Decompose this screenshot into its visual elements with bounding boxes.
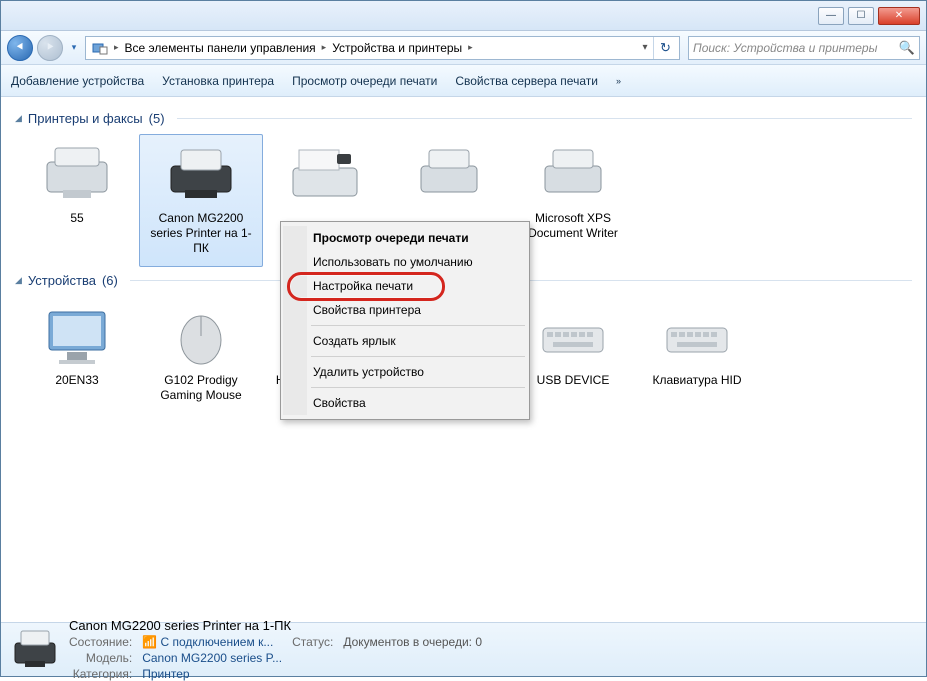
collapse-icon: ◢ [15, 113, 22, 124]
breadcrumb-devices-printers[interactable]: Устройства и принтеры [328, 41, 466, 55]
printer-icon [161, 141, 241, 207]
forward-icon: ⯈ [45, 40, 55, 55]
item-label: 55 [20, 211, 134, 226]
item-label: Microsoft XPS Document Writer [516, 211, 630, 241]
context-menu: Просмотр очереди печати Использовать по … [280, 221, 530, 420]
menu-separator [311, 387, 525, 388]
menu-printer-properties[interactable]: Свойства принтера [283, 298, 527, 322]
breadcrumb-arrow-icon[interactable]: ▸ [320, 42, 329, 53]
menu-printing-preferences[interactable]: Настройка печати [283, 274, 527, 298]
search-placeholder: Поиск: Устройства и принтеры [693, 41, 877, 55]
breadcrumb-arrow-icon[interactable]: ▸ [466, 42, 475, 53]
titlebar: — ☐ ✕ [1, 1, 926, 31]
print-server-properties-button[interactable]: Свойства сервера печати [455, 74, 598, 88]
menu-separator [311, 325, 525, 326]
printer-icon [533, 141, 613, 207]
back-icon: ⯇ [15, 40, 25, 55]
breadcrumb: ▸ Все элементы панели управления ▸ Устро… [112, 41, 475, 55]
breadcrumb-arrow-icon[interactable]: ▸ [112, 42, 121, 53]
item-label: Canon MG2200 series Printer на 1-ПК [144, 211, 258, 256]
printer-icon [37, 141, 117, 207]
group-title: Устройства [28, 273, 96, 288]
device-item[interactable]: Клавиатура HID [635, 296, 759, 414]
menu-set-default[interactable]: Использовать по умолчанию [283, 250, 527, 274]
add-printer-button[interactable]: Установка принтера [162, 74, 274, 88]
item-label: G102 Prodigy Gaming Mouse [144, 373, 258, 403]
mouse-icon [161, 303, 241, 369]
breadcrumb-control-panel[interactable]: Все элементы панели управления [121, 41, 320, 55]
device-item[interactable]: 20EN33 [15, 296, 139, 414]
command-bar: Добавление устройства Установка принтера… [1, 65, 926, 97]
printer-icon [409, 141, 489, 207]
history-dropdown[interactable]: ▾ [67, 39, 81, 57]
monitor-icon [37, 303, 117, 369]
menu-remove-device[interactable]: Удалить устройство [283, 360, 527, 384]
search-icon[interactable]: 🔍 [899, 40, 915, 56]
item-label: USB DEVICE [516, 373, 630, 388]
fax-icon [285, 141, 365, 207]
details-pane: Canon MG2200 series Printer на 1-ПК Сост… [1, 622, 926, 676]
group-count: (5) [149, 111, 165, 126]
menu-create-shortcut[interactable]: Создать ярлык [283, 329, 527, 353]
address-bar[interactable]: ▸ Все элементы панели управления ▸ Устро… [85, 36, 680, 60]
group-header-printers[interactable]: ◢ Принтеры и факсы (5) [15, 111, 912, 126]
printer-item[interactable]: Canon MG2200 series Printer на 1-ПК [139, 134, 263, 267]
group-title: Принтеры и факсы [28, 111, 143, 126]
menu-properties[interactable]: Свойства [283, 391, 527, 415]
printer-item[interactable]: 55 [15, 134, 139, 267]
item-label: 20EN33 [20, 373, 134, 388]
toolbar-overflow-button[interactable]: » [616, 76, 621, 86]
refresh-button[interactable]: ↻ [653, 37, 677, 59]
group-divider [177, 118, 912, 119]
details-title: Canon MG2200 series Printer на 1-ПК [69, 618, 502, 633]
details-model-label: Модель: [69, 651, 132, 665]
navigation-bar: ⯇ ⯈ ▾ ▸ Все элементы панели управления ▸… [1, 31, 926, 65]
add-device-button[interactable]: Добавление устройства [11, 74, 144, 88]
menu-view-print-queue[interactable]: Просмотр очереди печати [283, 226, 527, 250]
close-button[interactable]: ✕ [878, 7, 920, 25]
keyboard-icon [533, 303, 613, 369]
details-category-label: Категория: [69, 667, 132, 681]
collapse-icon: ◢ [15, 275, 22, 286]
printer-icon [11, 629, 59, 671]
search-input[interactable]: Поиск: Устройства и принтеры 🔍 [688, 36, 920, 60]
view-print-queue-button[interactable]: Просмотр очереди печати [292, 74, 437, 88]
explorer-window: — ☐ ✕ ⯇ ⯈ ▾ ▸ Все элементы панели управл… [0, 0, 927, 677]
details-status-label: Статус: [292, 635, 333, 649]
details-category-value: Принтер [142, 667, 282, 681]
back-button[interactable]: ⯇ [7, 35, 33, 61]
menu-separator [311, 356, 525, 357]
details-state-value: 📶 С подключением к... [142, 635, 282, 649]
address-dropdown-icon[interactable]: ▾ [637, 42, 653, 53]
keyboard-icon [657, 303, 737, 369]
minimize-button[interactable]: — [818, 7, 844, 25]
details-status-value: Документов в очереди: 0 [343, 635, 482, 649]
details-model-value: Canon MG2200 series P... [142, 651, 282, 665]
devices-icon [92, 40, 108, 56]
content-area: ◢ Принтеры и факсы (5) 55 Canon MG2200 s… [1, 97, 926, 622]
details-state-label: Состояние: [69, 635, 132, 649]
maximize-button[interactable]: ☐ [848, 7, 874, 25]
group-count: (6) [102, 273, 118, 288]
item-label: Клавиатура HID [640, 373, 754, 388]
forward-button[interactable]: ⯈ [37, 35, 63, 61]
device-item[interactable]: G102 Prodigy Gaming Mouse [139, 296, 263, 414]
